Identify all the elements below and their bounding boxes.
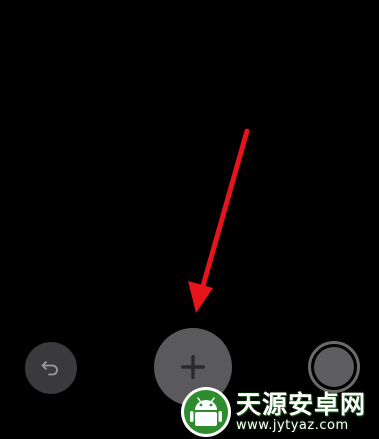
undo-button[interactable] — [25, 342, 77, 394]
undo-arrow-icon — [41, 361, 58, 376]
watermark-text: 天源安卓网 www.jytyaz.com — [236, 391, 366, 433]
watermark-url: www.jytyaz.com — [236, 417, 349, 433]
record-circle-icon — [314, 347, 354, 387]
android-logo-icon — [181, 386, 231, 437]
screen: 天源安卓网 www.jytyaz.com — [0, 0, 379, 439]
watermark-title: 天源安卓网 — [236, 389, 367, 419]
watermark: 天源安卓网 www.jytyaz.com — [180, 384, 379, 439]
plus-icon — [181, 355, 205, 379]
